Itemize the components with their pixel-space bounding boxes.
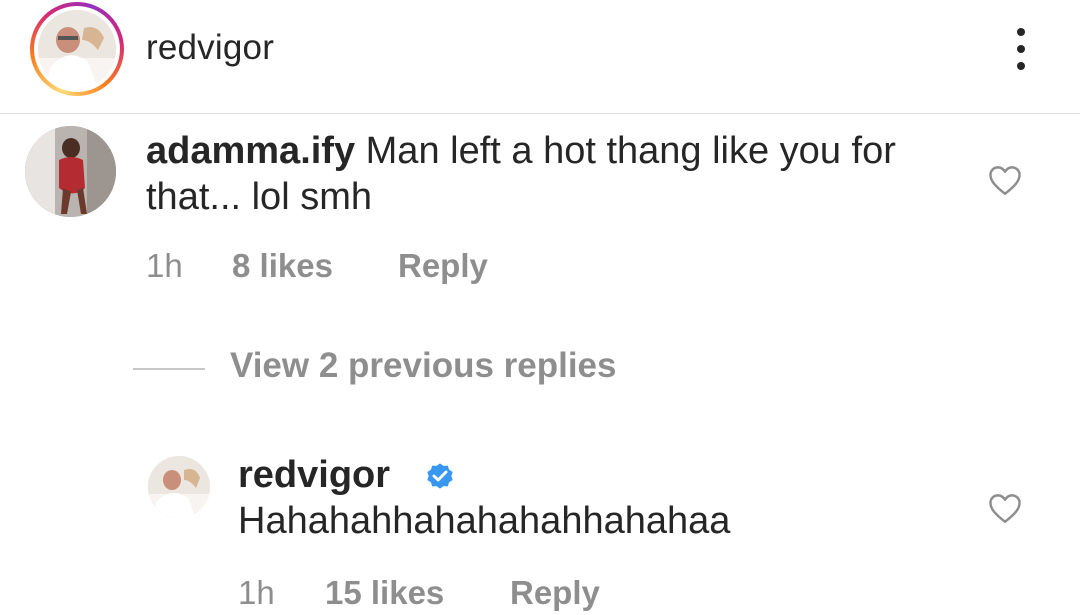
reply-like-heart-icon[interactable]	[987, 492, 1023, 524]
comment-reply-button[interactable]: Reply	[398, 247, 488, 285]
verified-badge-icon	[427, 463, 453, 489]
view-replies-label[interactable]: View 2 previous replies	[230, 346, 617, 386]
header-username[interactable]: redvigor	[146, 28, 274, 68]
profile-avatar[interactable]	[38, 10, 116, 88]
comment-time: 1h	[146, 247, 183, 284]
reply-time: 1h	[238, 574, 275, 611]
reply-username[interactable]: redvigor	[238, 454, 390, 497]
reply-likes[interactable]: 15 likes	[325, 574, 444, 612]
more-options-icon[interactable]	[1006, 26, 1036, 72]
comment-username[interactable]: adamma.ify	[146, 130, 355, 172]
like-heart-icon[interactable]	[987, 164, 1023, 196]
post-header: redvigor	[0, 0, 1080, 114]
comment-text: adamma.ify Man left a hot thang like you…	[146, 128, 926, 220]
reply-avatar[interactable]	[148, 456, 210, 518]
comment-avatar[interactable]	[25, 126, 116, 217]
reply-body: Hahahahhahahahahhahahaa	[238, 500, 731, 542]
comment-likes[interactable]: 8 likes	[232, 247, 333, 285]
reply-reply-button[interactable]: Reply	[510, 574, 600, 612]
replies-divider-line	[133, 368, 205, 370]
